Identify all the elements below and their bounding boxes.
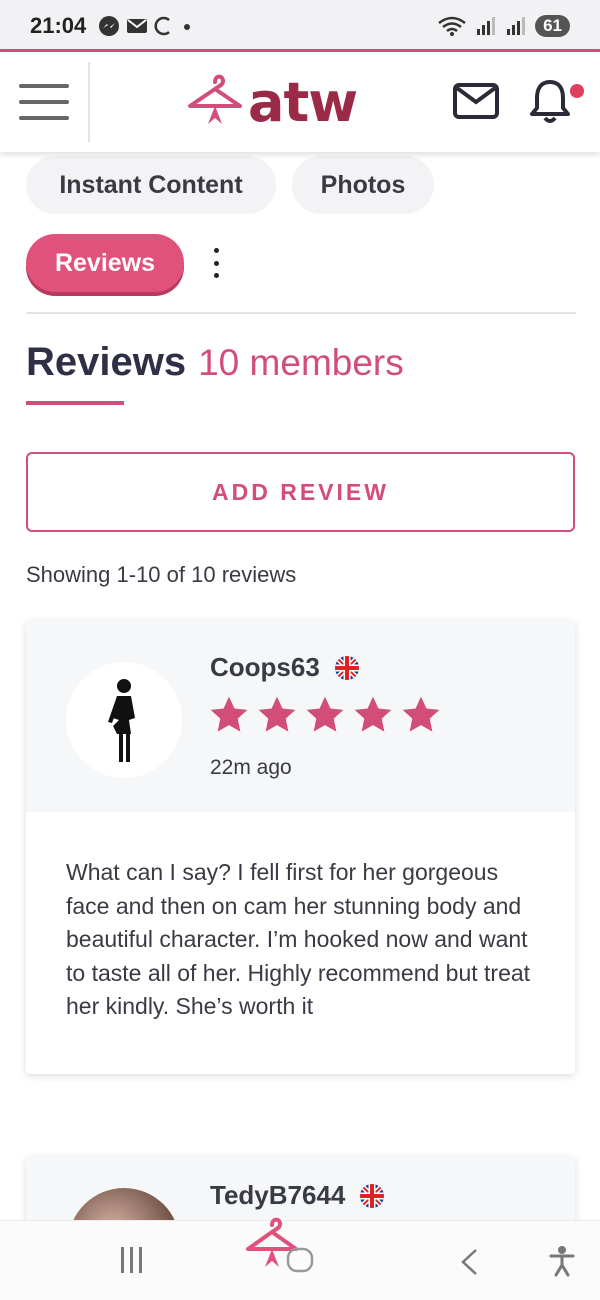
member-count: 10 members	[198, 342, 404, 383]
logo-text: atw	[248, 70, 358, 134]
app-header: atw	[0, 52, 600, 152]
showing-count: Showing 1-10 of 10 reviews	[26, 562, 297, 587]
avatar[interactable]	[66, 662, 182, 778]
menu-icon-bar	[19, 100, 69, 104]
star-icon	[306, 696, 344, 732]
dot-icon	[184, 24, 191, 30]
recent-apps-button[interactable]	[118, 1245, 146, 1280]
sync-icon	[154, 16, 171, 36]
uk-flag-icon	[334, 655, 359, 680]
more-options-icon[interactable]	[206, 248, 226, 278]
add-review-button[interactable]: ADD REVIEW	[26, 452, 575, 532]
review-header: Coops63 22m ago	[26, 620, 575, 812]
system-navigation-bar	[0, 1217, 600, 1300]
brand-logo[interactable]: atw	[186, 70, 358, 134]
messenger-icon	[99, 16, 120, 36]
review-time: 22m ago	[210, 756, 292, 779]
home-icon	[246, 1217, 314, 1273]
tab-reviews[interactable]: Reviews	[26, 234, 184, 292]
star-icon	[210, 696, 248, 732]
wifi-icon	[438, 16, 466, 36]
divider	[26, 312, 576, 314]
signal-icon-2	[507, 17, 526, 35]
reviewer-username: TedyB7644	[210, 1180, 346, 1210]
notification-badge	[570, 84, 584, 98]
reviewer-name[interactable]: Coops63	[210, 652, 360, 683]
battery-indicator: 61	[535, 15, 570, 37]
review-text: What can I say? I fell first for her gor…	[66, 859, 531, 1019]
hanger-logo-icon	[188, 74, 242, 124]
accessibility-button[interactable]	[548, 1245, 576, 1282]
home-button[interactable]	[244, 1217, 320, 1284]
menu-icon-bar	[19, 116, 69, 120]
back-arrow-icon	[461, 1249, 477, 1275]
uk-flag-icon	[360, 1183, 385, 1208]
messages-button[interactable]	[452, 82, 500, 125]
star-icon	[258, 696, 296, 732]
section-title: Reviews	[26, 340, 187, 384]
status-time: 21:04	[30, 13, 87, 38]
female-user-icon	[108, 679, 135, 762]
accessibility-icon	[549, 1246, 575, 1277]
hamburger-menu-button[interactable]	[0, 62, 90, 142]
reviewer-username: Coops63	[210, 652, 320, 682]
bell-icon	[530, 80, 570, 123]
heading-underline	[26, 401, 124, 405]
tab-photos[interactable]: Photos	[292, 156, 434, 214]
star-icon	[402, 696, 440, 732]
notifications-button[interactable]	[528, 78, 572, 129]
email-icon	[127, 19, 148, 33]
recent-apps-icon	[121, 1247, 142, 1273]
menu-icon-bar	[19, 84, 69, 88]
back-button[interactable]	[458, 1247, 480, 1282]
reviewer-name[interactable]: TedyB7644	[210, 1180, 385, 1211]
review-card: Coops63 22m ago What can I say? I fell f…	[26, 620, 575, 1074]
status-bar: 21:04 61	[0, 0, 600, 52]
star-rating	[208, 694, 442, 736]
reviews-heading: Reviews 10 members	[26, 340, 404, 385]
envelope-icon	[453, 83, 499, 119]
signal-icon	[477, 17, 496, 35]
tab-instant-content[interactable]: Instant Content	[26, 156, 276, 214]
star-icon	[354, 696, 392, 732]
